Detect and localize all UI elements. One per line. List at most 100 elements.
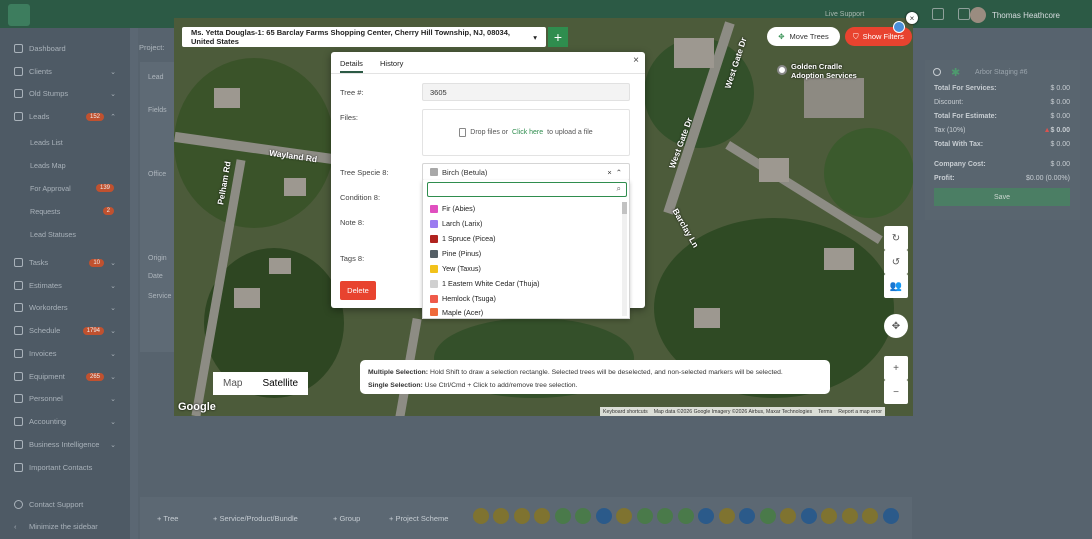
tab-details[interactable]: Details	[340, 59, 363, 73]
terms-link[interactable]: Terms	[818, 409, 832, 415]
sidebar-item-leads-map[interactable]: Leads Map	[30, 161, 66, 170]
service-circle-icon[interactable]	[698, 508, 714, 524]
sidebar-item-leads-list[interactable]: Leads List	[30, 138, 63, 147]
specie-option[interactable]: Larch (Larix)	[423, 216, 621, 231]
minimize-sidebar-button[interactable]: ‹ Minimize the sidebar	[14, 522, 118, 531]
sidebar-item-personnel[interactable]: Personnel ⌄	[14, 394, 118, 403]
map-type-map[interactable]: Map	[213, 372, 252, 395]
service-circle-icon[interactable]	[493, 508, 509, 524]
specie-option[interactable]: Maple (Acer)	[423, 306, 621, 318]
color-swatch	[430, 308, 438, 316]
sidebar-item-important-contacts[interactable]: Important Contacts	[14, 463, 118, 472]
sidebar-item-leads[interactable]: Leads 152 ⌃	[14, 112, 118, 121]
service-circle-icon[interactable]	[637, 508, 653, 524]
rotate-ccw-button[interactable]: ↺	[884, 250, 908, 274]
service-circle-icon[interactable]	[719, 508, 735, 524]
user-menu[interactable]: Thomas Heathcore	[969, 7, 1060, 23]
sidebar-item-estimates[interactable]: Estimates ⌄	[14, 281, 118, 290]
service-circle-icon[interactable]	[780, 508, 796, 524]
report-error-link[interactable]: Report a map error	[838, 409, 882, 415]
clear-icon[interactable]: ×	[607, 168, 611, 177]
sidebar-item-for-approval[interactable]: For Approval 139	[30, 184, 114, 193]
service-circle-icon[interactable]	[678, 508, 694, 524]
service-circle-icon[interactable]	[534, 508, 550, 524]
date-label: Date	[148, 273, 163, 280]
sidebar-item-tasks[interactable]: Tasks 10 ⌄	[14, 258, 118, 267]
upload-link[interactable]: Click here	[512, 129, 543, 136]
service-circle-icon[interactable]	[739, 508, 755, 524]
tab-history[interactable]: History	[380, 59, 403, 68]
file-dropzone[interactable]: Drop files or Click here to upload a fil…	[422, 109, 630, 156]
phone-icon[interactable]	[932, 8, 944, 20]
zoom-out-button[interactable]: −	[884, 380, 908, 404]
sidebar-item-accounting[interactable]: Accounting ⌄	[14, 417, 118, 426]
close-map-button[interactable]: ×	[906, 12, 918, 24]
service-circle-icon[interactable]	[801, 508, 817, 524]
scrollbar-thumb[interactable]	[622, 202, 627, 214]
service-circle-icon[interactable]	[616, 508, 632, 524]
sidebar-item-requests[interactable]: Requests 2	[30, 207, 114, 216]
sidebar-item-equipment[interactable]: Equipment 265 ⌄	[14, 372, 118, 381]
address-select[interactable]: Ms. Yetta Douglas-1: 65 Barclay Farms Sh…	[182, 27, 546, 47]
tree-number-field[interactable]: 3605	[422, 83, 630, 101]
specie-option[interactable]: Pine (Pinus)	[423, 246, 621, 261]
sidebar-item-clients[interactable]: Clients ⌄	[14, 67, 118, 76]
specie-option[interactable]: 1 Spruce (Picea)	[423, 231, 621, 246]
specie-option[interactable]: Yew (Taxus)	[423, 261, 621, 276]
zoom-in-button[interactable]: +	[884, 356, 908, 380]
service-circle-icon[interactable]	[842, 508, 858, 524]
search-icon: ⌕	[616, 184, 621, 193]
sidebar-item-old-stumps[interactable]: Old Stumps ⌄	[14, 89, 118, 98]
note-label: Note 8:	[340, 218, 365, 227]
add-project-scheme-button[interactable]: + Project Scheme	[389, 514, 448, 523]
move-trees-button[interactable]: ✥ Move Trees	[767, 27, 840, 46]
service-circle-icon[interactable]	[575, 508, 591, 524]
service-circle-icon[interactable]	[862, 508, 878, 524]
add-tree-map-button[interactable]: +	[548, 27, 568, 47]
chevron-up-icon[interactable]: ⌃	[616, 168, 622, 177]
service-circle-icon[interactable]	[473, 508, 489, 524]
dollar-icon	[14, 281, 23, 290]
service-circle-icon[interactable]	[821, 508, 837, 524]
map-type-satellite[interactable]: Satellite	[252, 372, 308, 395]
specie-search-input[interactable]	[427, 182, 627, 197]
service-circle-icon[interactable]	[657, 508, 673, 524]
add-project-scheme-label: Project Scheme	[395, 514, 449, 523]
camera-control[interactable]: ✥	[884, 314, 908, 338]
sidebar-item-label: Tasks	[29, 258, 49, 267]
contact-support-link[interactable]: Contact Support	[14, 500, 118, 509]
sidebar-item-schedule[interactable]: Schedule 1794 ⌄	[14, 326, 118, 335]
add-service-button[interactable]: + Service/Product/Bundle	[213, 514, 298, 523]
specie-option[interactable]: 1 Eastern White Cedar (Thuja)	[423, 276, 621, 291]
sidebar-item-lead-statuses[interactable]: Lead Statuses	[30, 230, 76, 239]
rotate-cw-button[interactable]: ↻	[884, 226, 908, 250]
specie-option-label: 1 Spruce (Picea)	[442, 234, 496, 243]
add-group-button[interactable]: + Group	[333, 514, 360, 523]
dropdown-scrollbar[interactable]	[622, 202, 627, 316]
settings-icon[interactable]	[933, 68, 941, 76]
service-circle-icon[interactable]	[883, 508, 899, 524]
close-dialog-button[interactable]: ×	[633, 55, 639, 66]
sidebar-item-workorders[interactable]: Workorders ⌄	[14, 303, 118, 312]
tasks-badge: 10	[89, 258, 104, 267]
live-support-link[interactable]: Live Support	[825, 11, 864, 18]
service-circle-icon[interactable]	[760, 508, 776, 524]
delete-button[interactable]: Delete	[340, 281, 376, 300]
chat-icon[interactable]	[958, 8, 970, 20]
service-circle-icon[interactable]	[514, 508, 530, 524]
service-circle-icon[interactable]	[555, 508, 571, 524]
specie-option[interactable]: Hemlock (Tsuga)	[423, 291, 621, 306]
add-tree-button[interactable]: + Tree	[157, 514, 178, 523]
save-button[interactable]: Save	[934, 188, 1070, 206]
sidebar-item-dashboard[interactable]: Dashboard	[14, 44, 118, 53]
keyboard-shortcuts-link[interactable]: Keyboard shortcuts	[603, 409, 648, 415]
tree-specie-select[interactable]: Birch (Betula) × ⌃	[422, 163, 630, 181]
service-circle-icon[interactable]	[596, 508, 612, 524]
person-icon	[14, 394, 23, 403]
specie-option[interactable]: Fir (Abies)	[423, 201, 621, 216]
sidebar-item-invoices[interactable]: Invoices ⌄	[14, 349, 118, 358]
truck-icon	[14, 372, 23, 381]
street-view-button[interactable]: 👥	[884, 274, 908, 298]
logo-icon[interactable]	[8, 4, 30, 26]
sidebar-item-business-intelligence[interactable]: Business Intelligence ⌄	[14, 440, 118, 449]
